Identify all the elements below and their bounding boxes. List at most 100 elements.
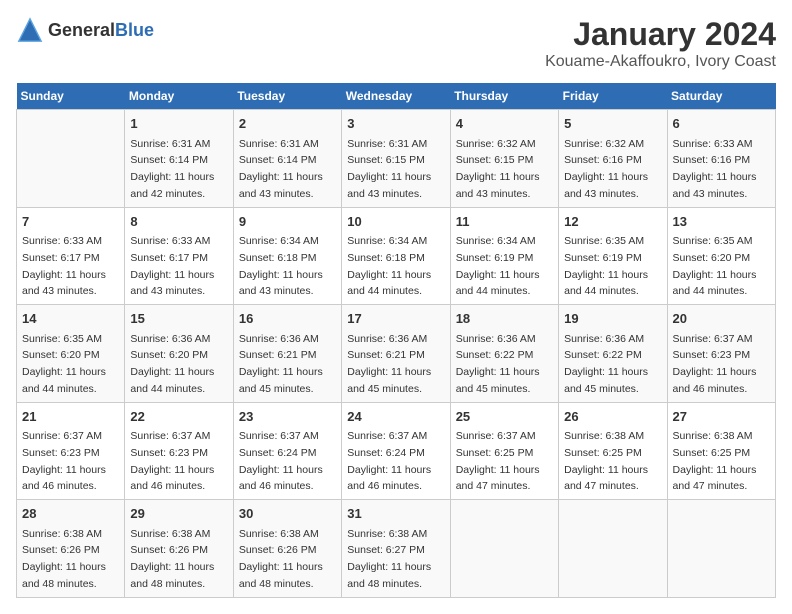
calendar-week-row: 28 Sunrise: 6:38 AMSunset: 6:26 PMDayligh… xyxy=(17,500,776,598)
day-detail: Sunrise: 6:34 AMSunset: 6:18 PMDaylight:… xyxy=(347,235,431,297)
day-number: 12 xyxy=(564,212,661,232)
weekday-header-wednesday: Wednesday xyxy=(342,83,450,110)
calendar-day-cell xyxy=(559,500,667,598)
calendar-day-cell: 26Sunrise: 6:38 AMSunset: 6:25 PMDayligh… xyxy=(559,402,667,500)
weekday-header-sunday: Sunday xyxy=(17,83,125,110)
day-detail: Sunrise: 6:37 AMSunset: 6:25 PMDaylight:… xyxy=(456,430,540,492)
logo-icon xyxy=(16,16,44,44)
day-number: 3 xyxy=(347,114,444,134)
day-detail: Sunrise: 6:33 AMSunset: 6:16 PMDaylight:… xyxy=(673,138,757,200)
day-number: 31 xyxy=(347,504,444,524)
day-detail: Sunrise: 6:38 AMSunset: 6:26 PMDaylight:… xyxy=(130,528,214,590)
day-detail: Sunrise: 6:38 AMSunset: 6:26 PMDaylight:… xyxy=(239,528,323,590)
day-number: 14 xyxy=(22,309,119,329)
calendar-day-cell: 17 Sunrise: 6:36 AMSunset: 6:21 PMDayligh… xyxy=(342,305,450,403)
day-detail: Sunrise: 6:35 AMSunset: 6:20 PMDaylight:… xyxy=(22,333,106,395)
day-number: 2 xyxy=(239,114,336,134)
day-number: 9 xyxy=(239,212,336,232)
calendar-day-cell: 20 Sunrise: 6:37 AMSunset: 6:23 PMDayligh… xyxy=(667,305,775,403)
day-number: 29 xyxy=(130,504,227,524)
day-detail: Sunrise: 6:32 AMSunset: 6:16 PMDaylight:… xyxy=(564,138,648,200)
day-detail: Sunrise: 6:34 AMSunset: 6:19 PMDaylight:… xyxy=(456,235,540,297)
day-detail: Sunrise: 6:31 AMSunset: 6:14 PMDaylight:… xyxy=(130,138,214,200)
day-number: 19 xyxy=(564,309,661,329)
day-detail: Sunrise: 6:37 AMSunset: 6:23 PMDaylight:… xyxy=(673,333,757,395)
calendar-day-cell: 1 Sunrise: 6:31 AMSunset: 6:14 PMDaylight… xyxy=(125,110,233,208)
day-detail: Sunrise: 6:31 AMSunset: 6:15 PMDaylight:… xyxy=(347,138,431,200)
calendar-day-cell: 5Sunrise: 6:32 AMSunset: 6:16 PMDaylight… xyxy=(559,110,667,208)
day-number: 7 xyxy=(22,212,119,232)
weekday-header-saturday: Saturday xyxy=(667,83,775,110)
calendar-day-cell: 30 Sunrise: 6:38 AMSunset: 6:26 PMDayligh… xyxy=(233,500,341,598)
calendar-day-cell: 31Sunrise: 6:38 AMSunset: 6:27 PMDayligh… xyxy=(342,500,450,598)
calendar-week-row: 14 Sunrise: 6:35 AMSunset: 6:20 PMDayligh… xyxy=(17,305,776,403)
calendar-week-row: 21 Sunrise: 6:37 AMSunset: 6:23 PMDayligh… xyxy=(17,402,776,500)
day-number: 30 xyxy=(239,504,336,524)
day-detail: Sunrise: 6:36 AMSunset: 6:20 PMDaylight:… xyxy=(130,333,214,395)
day-number: 23 xyxy=(239,407,336,427)
calendar-day-cell: 6 Sunrise: 6:33 AMSunset: 6:16 PMDaylight… xyxy=(667,110,775,208)
day-detail: Sunrise: 6:33 AMSunset: 6:17 PMDaylight:… xyxy=(130,235,214,297)
calendar-day-cell: 11 Sunrise: 6:34 AMSunset: 6:19 PMDayligh… xyxy=(450,207,558,305)
calendar-day-cell: 13 Sunrise: 6:35 AMSunset: 6:20 PMDayligh… xyxy=(667,207,775,305)
weekday-header-thursday: Thursday xyxy=(450,83,558,110)
page-title: January 2024 xyxy=(545,16,776,53)
calendar-week-row: 1 Sunrise: 6:31 AMSunset: 6:14 PMDaylight… xyxy=(17,110,776,208)
calendar-table: SundayMondayTuesdayWednesdayThursdayFrid… xyxy=(16,83,776,598)
calendar-day-cell: 18Sunrise: 6:36 AMSunset: 6:22 PMDayligh… xyxy=(450,305,558,403)
day-number: 15 xyxy=(130,309,227,329)
calendar-day-cell: 21 Sunrise: 6:37 AMSunset: 6:23 PMDayligh… xyxy=(17,402,125,500)
day-number: 13 xyxy=(673,212,770,232)
weekday-header-tuesday: Tuesday xyxy=(233,83,341,110)
day-detail: Sunrise: 6:36 AMSunset: 6:21 PMDaylight:… xyxy=(347,333,431,395)
day-number: 10 xyxy=(347,212,444,232)
calendar-day-cell xyxy=(667,500,775,598)
day-detail: Sunrise: 6:38 AMSunset: 6:25 PMDaylight:… xyxy=(564,430,648,492)
day-number: 4 xyxy=(456,114,553,134)
day-number: 18 xyxy=(456,309,553,329)
day-number: 11 xyxy=(456,212,553,232)
weekday-header-monday: Monday xyxy=(125,83,233,110)
day-detail: Sunrise: 6:31 AMSunset: 6:14 PMDaylight:… xyxy=(239,138,323,200)
calendar-day-cell: 4 Sunrise: 6:32 AMSunset: 6:15 PMDaylight… xyxy=(450,110,558,208)
day-number: 24 xyxy=(347,407,444,427)
title-block: January 2024 Kouame-Akaffoukro, Ivory Co… xyxy=(545,16,776,71)
day-detail: Sunrise: 6:37 AMSunset: 6:24 PMDaylight:… xyxy=(347,430,431,492)
calendar-day-cell: 27 Sunrise: 6:38 AMSunset: 6:25 PMDayligh… xyxy=(667,402,775,500)
calendar-day-cell: 19 Sunrise: 6:36 AMSunset: 6:22 PMDayligh… xyxy=(559,305,667,403)
logo-general: General xyxy=(48,20,115,40)
day-number: 1 xyxy=(130,114,227,134)
day-detail: Sunrise: 6:38 AMSunset: 6:26 PMDaylight:… xyxy=(22,528,106,590)
calendar-day-cell: 14 Sunrise: 6:35 AMSunset: 6:20 PMDayligh… xyxy=(17,305,125,403)
calendar-day-cell: 23 Sunrise: 6:37 AMSunset: 6:24 PMDayligh… xyxy=(233,402,341,500)
page-header: GeneralBlue January 2024 Kouame-Akaffouk… xyxy=(16,16,776,71)
day-number: 6 xyxy=(673,114,770,134)
day-detail: Sunrise: 6:36 AMSunset: 6:22 PMDaylight:… xyxy=(564,333,648,395)
page-subtitle: Kouame-Akaffoukro, Ivory Coast xyxy=(545,53,776,71)
day-number: 21 xyxy=(22,407,119,427)
calendar-day-cell: 8Sunrise: 6:33 AMSunset: 6:17 PMDaylight… xyxy=(125,207,233,305)
logo: GeneralBlue xyxy=(16,16,154,44)
day-number: 22 xyxy=(130,407,227,427)
calendar-day-cell: 7Sunrise: 6:33 AMSunset: 6:17 PMDaylight… xyxy=(17,207,125,305)
weekday-header-row: SundayMondayTuesdayWednesdayThursdayFrid… xyxy=(17,83,776,110)
calendar-day-cell: 15 Sunrise: 6:36 AMSunset: 6:20 PMDayligh… xyxy=(125,305,233,403)
day-number: 27 xyxy=(673,407,770,427)
day-detail: Sunrise: 6:35 AMSunset: 6:20 PMDaylight:… xyxy=(673,235,757,297)
day-detail: Sunrise: 6:37 AMSunset: 6:24 PMDaylight:… xyxy=(239,430,323,492)
logo-blue: Blue xyxy=(115,20,154,40)
day-number: 28 xyxy=(22,504,119,524)
calendar-day-cell: 2 Sunrise: 6:31 AMSunset: 6:14 PMDaylight… xyxy=(233,110,341,208)
day-detail: Sunrise: 6:34 AMSunset: 6:18 PMDaylight:… xyxy=(239,235,323,297)
day-number: 20 xyxy=(673,309,770,329)
calendar-day-cell: 9 Sunrise: 6:34 AMSunset: 6:18 PMDaylight… xyxy=(233,207,341,305)
day-detail: Sunrise: 6:38 AMSunset: 6:25 PMDaylight:… xyxy=(673,430,757,492)
calendar-day-cell: 24 Sunrise: 6:37 AMSunset: 6:24 PMDayligh… xyxy=(342,402,450,500)
day-detail: Sunrise: 6:32 AMSunset: 6:15 PMDaylight:… xyxy=(456,138,540,200)
day-number: 17 xyxy=(347,309,444,329)
weekday-header-friday: Friday xyxy=(559,83,667,110)
calendar-day-cell xyxy=(450,500,558,598)
calendar-day-cell: 28 Sunrise: 6:38 AMSunset: 6:26 PMDayligh… xyxy=(17,500,125,598)
calendar-day-cell: 16Sunrise: 6:36 AMSunset: 6:21 PMDayligh… xyxy=(233,305,341,403)
day-detail: Sunrise: 6:37 AMSunset: 6:23 PMDaylight:… xyxy=(22,430,106,492)
